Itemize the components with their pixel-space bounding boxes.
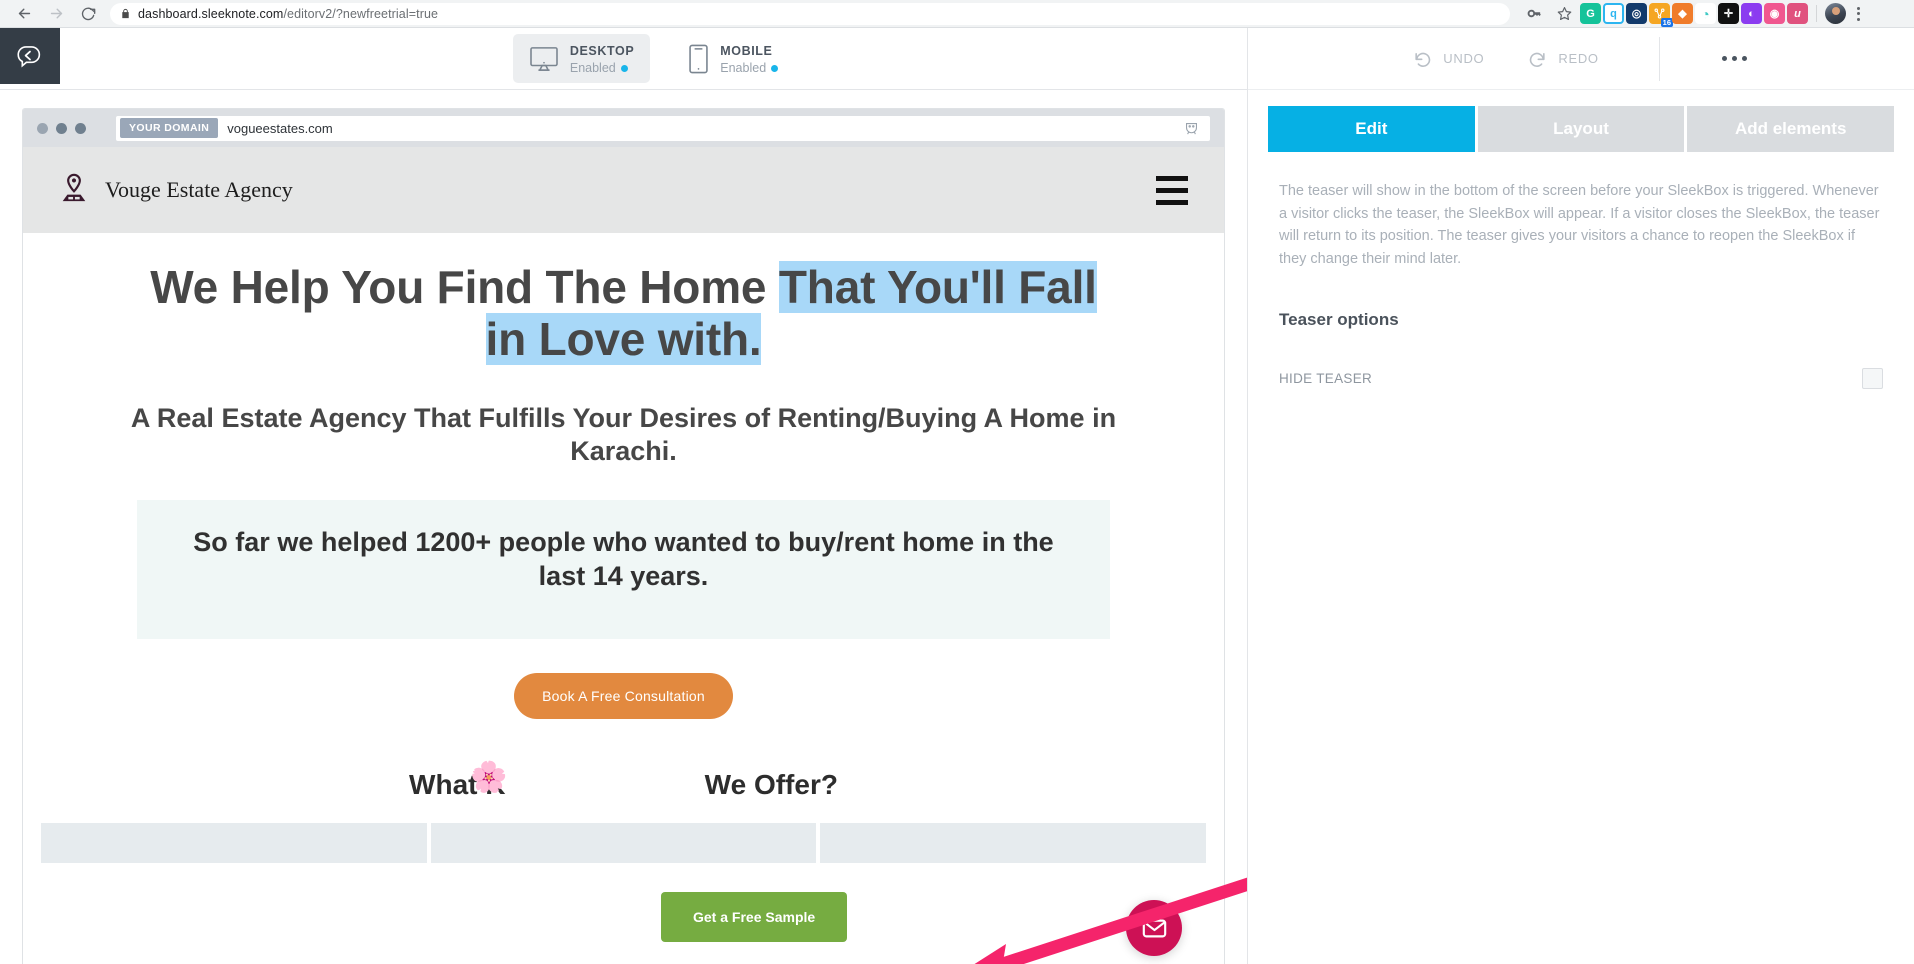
undo-label: UNDO bbox=[1443, 51, 1485, 66]
collapse-sidebar-icon[interactable] bbox=[0, 28, 60, 84]
editor-canvas: YOUR DOMAIN vogueestates.com Vouge Estat… bbox=[0, 90, 1247, 964]
properties-panel: UNDO REDO Edit Layout Add elements The t… bbox=[1247, 28, 1914, 964]
panel-divider bbox=[1658, 36, 1660, 81]
panel-tab-group: Edit Layout Add elements bbox=[1248, 90, 1914, 152]
bookmark-star-icon[interactable] bbox=[1550, 0, 1578, 28]
teaser-button[interactable]: Get a Free Sample bbox=[661, 892, 848, 942]
hamburger-menu-icon[interactable] bbox=[1156, 175, 1188, 205]
site-brand-name: Vouge Estate Agency bbox=[105, 177, 293, 202]
device-toggle-group: DESKTOP Enabled MOBILE Enabled bbox=[60, 28, 1247, 89]
status-dot bbox=[620, 65, 628, 72]
panel-history-bar: UNDO REDO bbox=[1248, 28, 1914, 90]
chrome-menu-kebab-icon[interactable] bbox=[1848, 6, 1868, 21]
stats-text: So far we helped 1200+ people who wanted… bbox=[193, 526, 1054, 591]
teaser-options-title: Teaser options bbox=[1279, 310, 1399, 330]
app-root: DESKTOP Enabled MOBILE Enabled YOUR DOMA… bbox=[0, 28, 1914, 964]
status-dot bbox=[771, 65, 779, 72]
site-brand[interactable]: Vouge Estate Agency bbox=[59, 172, 293, 209]
url-domain: dashboard.sleeknote.com bbox=[138, 6, 284, 21]
password-key-icon[interactable] bbox=[1520, 0, 1548, 28]
browser-chrome: dashboard.sleeknote.com/editorv2/?newfre… bbox=[0, 0, 1914, 28]
preview-traffic-lights bbox=[37, 122, 86, 134]
owl-extension-icon[interactable]: ◔ bbox=[1695, 3, 1716, 24]
teaser-description: The teaser will show in the bottom of th… bbox=[1279, 183, 1880, 267]
desktop-tab-label: DESKTOP bbox=[569, 43, 635, 58]
stats-block[interactable]: So far we helped 1200+ people who wanted… bbox=[137, 499, 1110, 640]
hero-headline[interactable]: We Help You Find The Home That You'll Fa… bbox=[94, 261, 1154, 366]
address-bar[interactable]: dashboard.sleeknote.com/editorv2/?newfre… bbox=[110, 2, 1510, 25]
preview-browser-bar: YOUR DOMAIN vogueestates.com bbox=[23, 109, 1224, 147]
dark-circle-extension-icon[interactable]: ✛ bbox=[1718, 3, 1739, 24]
pink-spiral-extension-icon[interactable]: ◉ bbox=[1764, 3, 1785, 24]
hero-subheadline[interactable]: A Real Estate Agency That Fulfills Your … bbox=[124, 402, 1124, 468]
tab-layout[interactable]: Layout bbox=[1477, 106, 1685, 152]
services-section-title[interactable]: What Kind of ServicesWe Offer? 🌸 bbox=[23, 763, 1224, 801]
hide-teaser-label: HIDE TEASER bbox=[1279, 371, 1373, 387]
mobile-phone-icon bbox=[688, 44, 709, 74]
editor-toolbar: DESKTOP Enabled MOBILE Enabled bbox=[0, 28, 1247, 90]
chrome-toolbar-right: G q ◎ 16 ◆ ◔ ✛ ◐ ◉ u bbox=[1520, 0, 1868, 28]
cta-wrapper: Book A Free Consultation bbox=[23, 673, 1224, 720]
site-header: Vouge Estate Agency bbox=[23, 147, 1224, 233]
device-tab-desktop[interactable]: DESKTOP Enabled bbox=[512, 33, 651, 84]
site-content: Vouge Estate Agency We Help You Find The… bbox=[23, 147, 1224, 964]
more-options-kebab-icon[interactable] bbox=[1698, 56, 1771, 61]
undo-arrow-icon bbox=[1413, 49, 1432, 68]
back-arrow-icon[interactable] bbox=[10, 0, 38, 28]
desktop-tab-state: Enabled bbox=[570, 61, 634, 77]
undo-button[interactable]: UNDO bbox=[1391, 49, 1506, 68]
your-domain-badge: YOUR DOMAIN bbox=[120, 118, 219, 138]
tab-edit[interactable]: Edit bbox=[1268, 106, 1475, 152]
mobile-tab-label: MOBILE bbox=[720, 43, 773, 58]
traffic-light-3 bbox=[75, 122, 86, 134]
preview-url-field[interactable]: YOUR DOMAIN vogueestates.com bbox=[116, 115, 1210, 141]
tab-add-elements[interactable]: Add elements bbox=[1687, 106, 1895, 152]
preview-domain-value: vogueestates.com bbox=[227, 120, 333, 136]
traffic-light-1 bbox=[37, 122, 48, 134]
book-consultation-button[interactable]: Book A Free Consultation bbox=[514, 673, 733, 720]
site-favicon-icon bbox=[1178, 116, 1204, 140]
editor-column: DESKTOP Enabled MOBILE Enabled YOUR DOMA… bbox=[0, 28, 1247, 964]
service-card[interactable] bbox=[820, 823, 1207, 864]
toolbar-divider bbox=[1816, 5, 1817, 22]
envelope-mail-icon[interactable] bbox=[1126, 900, 1182, 956]
desktop-tab-text: DESKTOP Enabled bbox=[570, 41, 634, 77]
panel-body: The teaser will show in the bottom of th… bbox=[1248, 152, 1914, 390]
url-path: /editorv2/?newfreetrial=true bbox=[283, 6, 439, 21]
url-text: dashboard.sleeknote.com/editorv2/?newfre… bbox=[138, 7, 438, 21]
ubersuggest-extension-icon[interactable]: u bbox=[1787, 3, 1808, 24]
headline-plain-part: We Help You Find The Home bbox=[150, 261, 779, 313]
compass-extension-icon[interactable]: ◎ bbox=[1626, 3, 1647, 24]
quillbot-extension-icon[interactable]: q bbox=[1603, 3, 1624, 24]
box-extension-icon[interactable]: ◆ bbox=[1672, 3, 1693, 24]
redo-label: REDO bbox=[1558, 51, 1599, 66]
service-card[interactable] bbox=[430, 823, 817, 864]
section-title-right: We Offer? bbox=[704, 769, 838, 801]
headline-selected-part-2: in Love with. bbox=[485, 313, 762, 366]
reload-icon[interactable] bbox=[74, 0, 102, 28]
hero-section: We Help You Find The Home That You'll Fa… bbox=[23, 233, 1224, 864]
mobile-tab-state: Enabled bbox=[720, 61, 779, 77]
user-avatar[interactable] bbox=[1825, 3, 1846, 24]
mobile-tab-text: MOBILE Enabled bbox=[720, 41, 779, 77]
headline-selected-part-1: That You'll Fall bbox=[778, 261, 1097, 313]
map-pin-logo-icon bbox=[59, 172, 89, 209]
redo-arrow-icon bbox=[1528, 49, 1547, 68]
lock-icon bbox=[120, 8, 131, 19]
hide-teaser-row: HIDE TEASER bbox=[1279, 368, 1883, 390]
forward-arrow-icon[interactable] bbox=[42, 0, 70, 28]
service-card[interactable] bbox=[41, 823, 427, 864]
site-preview-frame: YOUR DOMAIN vogueestates.com Vouge Estat… bbox=[22, 108, 1225, 964]
purple-extension-icon[interactable]: ◐ bbox=[1741, 3, 1762, 24]
linkminer-extension-icon[interactable]: 16 bbox=[1649, 3, 1673, 27]
hide-teaser-checkbox[interactable] bbox=[1862, 368, 1883, 390]
flower-decoration-icon: 🌸 bbox=[470, 761, 508, 795]
services-cards-strip bbox=[23, 823, 1224, 864]
traffic-light-2 bbox=[56, 122, 67, 134]
desktop-monitor-icon bbox=[529, 46, 559, 72]
redo-button[interactable]: REDO bbox=[1506, 49, 1620, 68]
grammarly-extension-icon[interactable]: G bbox=[1580, 3, 1601, 24]
device-tab-mobile[interactable]: MOBILE Enabled bbox=[672, 34, 794, 84]
